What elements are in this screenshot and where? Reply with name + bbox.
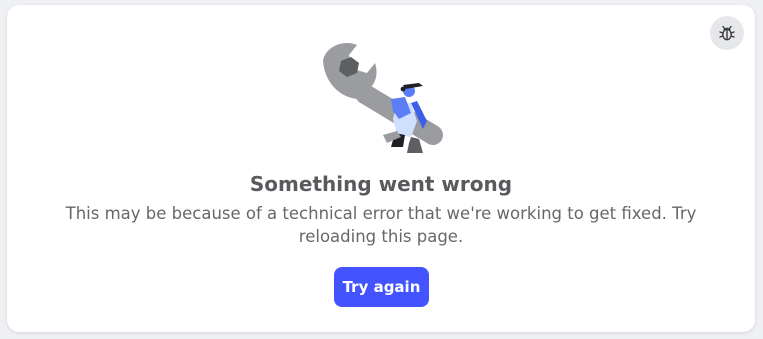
error-card: Something went wrong This may be because…	[7, 5, 755, 332]
report-bug-button[interactable]	[710, 16, 744, 50]
try-again-button[interactable]: Try again	[334, 267, 429, 307]
bug-icon	[719, 25, 735, 41]
error-title: Something went wrong	[249, 172, 513, 196]
error-description: This may be because of a technical error…	[65, 204, 697, 246]
wrench-person-illustration	[323, 42, 443, 153]
